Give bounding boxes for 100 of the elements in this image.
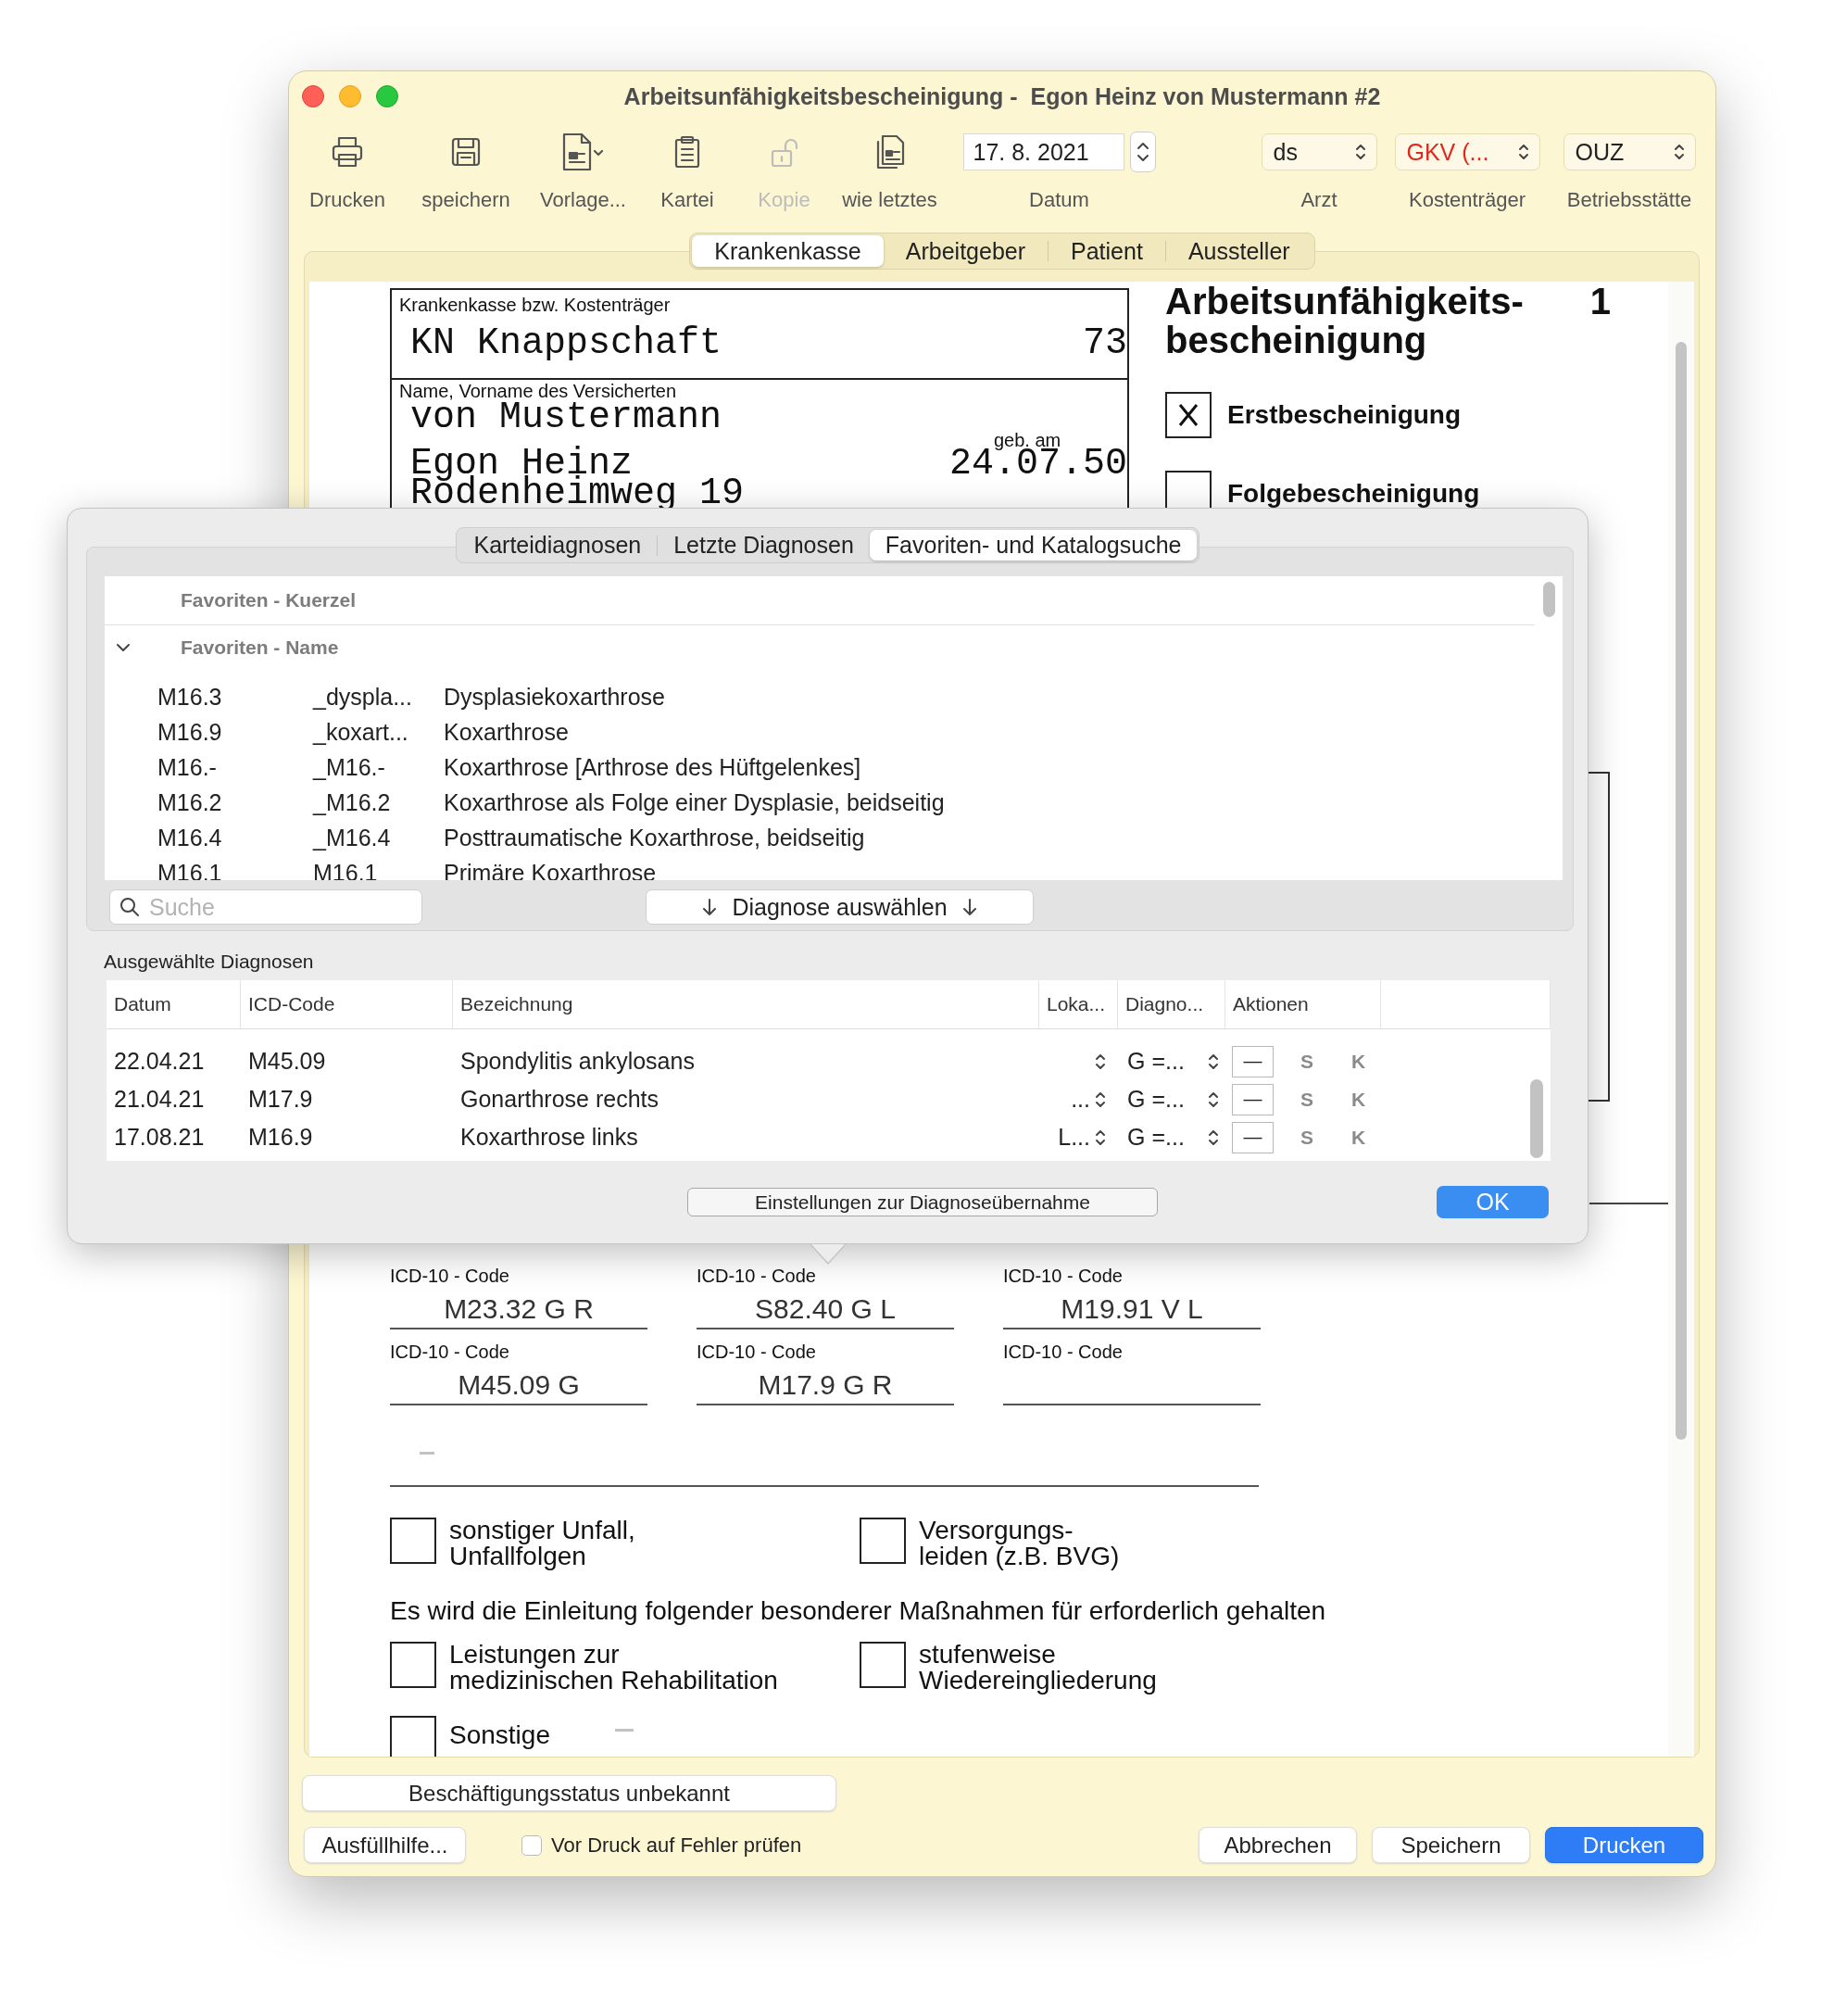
checkbox[interactable] bbox=[860, 1642, 906, 1688]
checkbox[interactable] bbox=[1165, 392, 1212, 438]
checkbox-label: Vor Druck auf Fehler prüfen bbox=[551, 1833, 802, 1858]
scrollbar[interactable] bbox=[1542, 582, 1555, 617]
popup-button[interactable]: OUZ bbox=[1563, 133, 1696, 170]
localization-popup[interactable]: L... bbox=[1058, 1124, 1107, 1151]
field-label: ICD-10 - Code bbox=[1003, 1341, 1124, 1363]
toolbar-button[interactable]: Vorlage... bbox=[526, 121, 640, 228]
list-row[interactable]: M16.4 _M16.4 Posttraumatische Koxarthrose, beidseitig bbox=[105, 820, 1535, 855]
icd-code-field[interactable]: S82.40 G L bbox=[697, 1287, 954, 1329]
arrow-down-icon bbox=[702, 898, 718, 916]
selector-label: Betriebsstätte bbox=[1566, 188, 1692, 212]
popup-button[interactable]: GKV (... bbox=[1394, 133, 1540, 170]
dash-mark bbox=[420, 1452, 434, 1455]
toolbar-button[interactable]: speichern bbox=[406, 121, 526, 228]
column-header[interactable]: Datum bbox=[107, 980, 241, 1028]
toolbar-button[interactable]: Drucken bbox=[289, 121, 406, 228]
remove-button[interactable]: — bbox=[1232, 1121, 1274, 1153]
toolbar-button[interactable]: wie letztes bbox=[834, 121, 946, 228]
field-label: Krankenkasse bzw. Kostenträger bbox=[399, 294, 672, 316]
up-down-chevron-icon bbox=[1516, 142, 1530, 162]
help-button[interactable]: Ausfüllhilfe... bbox=[304, 1827, 466, 1863]
icd-code-field[interactable]: M23.32 G R bbox=[390, 1287, 647, 1329]
checkbox[interactable] bbox=[390, 1518, 436, 1564]
select-button[interactable]: Diagnose auswählen bbox=[646, 889, 1034, 925]
scrollbar[interactable] bbox=[1530, 1079, 1543, 1158]
icd-code-field[interactable]: M45.09 G bbox=[390, 1363, 647, 1405]
group-header: Favoriten - Name bbox=[181, 636, 339, 659]
field-label: ICD-10 - Code bbox=[390, 1341, 510, 1363]
zoom-button[interactable] bbox=[376, 85, 398, 107]
printer-icon bbox=[331, 136, 364, 168]
dialog-button[interactable]: Drucken bbox=[1545, 1827, 1703, 1863]
localization-popup[interactable]: ... bbox=[1071, 1086, 1107, 1113]
form-title: bescheinigung bbox=[1165, 321, 1427, 359]
checkbox[interactable] bbox=[860, 1518, 906, 1564]
instruction-text: Es wird die Einleitung folgender besonderer Maßnahmen für erforderlich gehalten bbox=[390, 1596, 1327, 1626]
popup-button[interactable]: ds bbox=[1261, 133, 1377, 170]
tab[interactable]: Karteidiagnosen bbox=[458, 530, 658, 561]
settings-button[interactable]: Einstellungen zur Diagnoseübernahme bbox=[687, 1188, 1158, 1216]
list-row[interactable]: M16.- _M16.- Koxarthrose [Arthrose des Hüftgelenkes] bbox=[105, 750, 1535, 785]
search-field[interactable]: Suche bbox=[109, 889, 422, 925]
remove-button[interactable]: — bbox=[1232, 1045, 1274, 1077]
tab[interactable]: Favoriten- und Katalogsuche bbox=[869, 530, 1198, 561]
certainty-popup[interactable]: G =... bbox=[1127, 1086, 1220, 1113]
window-title: Arbeitsunfähigkeitsbescheinigung - Egon Heinz von Mustermann #2 bbox=[622, 82, 1382, 110]
date-stepper[interactable] bbox=[1129, 132, 1156, 172]
insurer-code: 73 bbox=[1083, 325, 1127, 362]
dialog-button[interactable]: Speichern bbox=[1372, 1827, 1530, 1863]
table-cell-text: 21.04.21 bbox=[113, 1086, 206, 1113]
dash-mark bbox=[614, 1729, 634, 1732]
date-label: Datum bbox=[1029, 188, 1089, 212]
tab[interactable]: Letzte Diagnosen bbox=[658, 530, 870, 561]
table-cell-text: 17.08.21 bbox=[113, 1124, 206, 1151]
tab[interactable]: Aussteller bbox=[1165, 235, 1312, 267]
checkbox-label: sonstiger Unfall, Unfallfolgen bbox=[449, 1518, 635, 1569]
checkbox-label: Sonstige bbox=[449, 1721, 550, 1749]
field-label: Name, Vorname des Versicherten bbox=[399, 380, 678, 402]
status-button[interactable]: Beschäftigungsstatus unbekannt bbox=[302, 1775, 836, 1811]
close-button[interactable] bbox=[302, 85, 324, 107]
insurer-name: KN Knappschaft bbox=[410, 325, 722, 362]
table-cell-text: M45.09 bbox=[247, 1048, 327, 1075]
toolbar-button[interactable]: Kartei bbox=[640, 121, 735, 228]
checkbox-label: Leistungen zur medizinischen Rehabilitation bbox=[449, 1642, 778, 1694]
tab[interactable]: Arbeitgeber bbox=[883, 235, 1049, 267]
tab[interactable]: Patient bbox=[1049, 235, 1165, 267]
list-row[interactable]: M16.1 M16.1 Primäre Koxarthrose bbox=[105, 855, 1535, 880]
clipboard-icon bbox=[673, 135, 701, 169]
dialog-button[interactable]: Abbrechen bbox=[1199, 1827, 1357, 1863]
tab[interactable]: Krankenkasse bbox=[692, 235, 884, 267]
column-header[interactable]: Diagno... bbox=[1118, 980, 1225, 1028]
checkbox[interactable] bbox=[390, 1642, 436, 1688]
column-header[interactable]: Loka... bbox=[1039, 980, 1118, 1028]
checkbox[interactable] bbox=[521, 1834, 542, 1856]
field-label: ICD-10 - Code bbox=[1003, 1265, 1124, 1287]
group-header: Favoriten - Kuerzel bbox=[181, 589, 357, 611]
icd-code-field[interactable]: M17.9 G R bbox=[697, 1363, 954, 1405]
checkbox-label: stufenweise Wiedereingliederung bbox=[919, 1642, 1157, 1694]
certainty-popup[interactable]: G =... bbox=[1127, 1048, 1220, 1075]
scrollbar[interactable] bbox=[1676, 342, 1687, 1440]
table-cell-text: M17.9 bbox=[247, 1086, 314, 1113]
chevron-down-icon[interactable] bbox=[115, 642, 132, 653]
list-row[interactable]: M16.2 _M16.2 Koxarthrose als Folge einer Dysplasie, beidseitig bbox=[105, 785, 1535, 820]
patient-surname: von Mustermann bbox=[410, 399, 723, 436]
column-header[interactable]: Bezeichnung bbox=[453, 980, 1039, 1028]
field-label: ICD-10 - Code bbox=[697, 1341, 817, 1363]
field-label: ICD-10 - Code bbox=[390, 1265, 510, 1287]
table-cell-text: Gonarthrose rechts bbox=[459, 1086, 659, 1113]
table-cell-text: Spondylitis ankylosans bbox=[459, 1048, 696, 1075]
selector-label: Kostenträger bbox=[1409, 188, 1526, 212]
list-row[interactable]: M16.3 _dyspla... Dysplasiekoxarthrose bbox=[105, 679, 1535, 714]
column-header[interactable]: ICD-Code bbox=[241, 980, 453, 1028]
table-cell-text: M16.9 bbox=[247, 1124, 314, 1151]
column-header[interactable]: Aktionen bbox=[1225, 980, 1381, 1028]
checkbox[interactable] bbox=[390, 1716, 436, 1757]
date-field[interactable]: 17. 8. 2021 bbox=[962, 133, 1124, 170]
list-row[interactable]: M16.9 _koxart... Koxarthrose bbox=[105, 714, 1535, 750]
certainty-popup[interactable]: G =... bbox=[1127, 1124, 1220, 1151]
table-cell-text: Koxarthrose links bbox=[459, 1124, 639, 1151]
icd-code-field[interactable]: M19.91 V L bbox=[1003, 1287, 1261, 1329]
remove-button[interactable]: — bbox=[1232, 1083, 1274, 1115]
